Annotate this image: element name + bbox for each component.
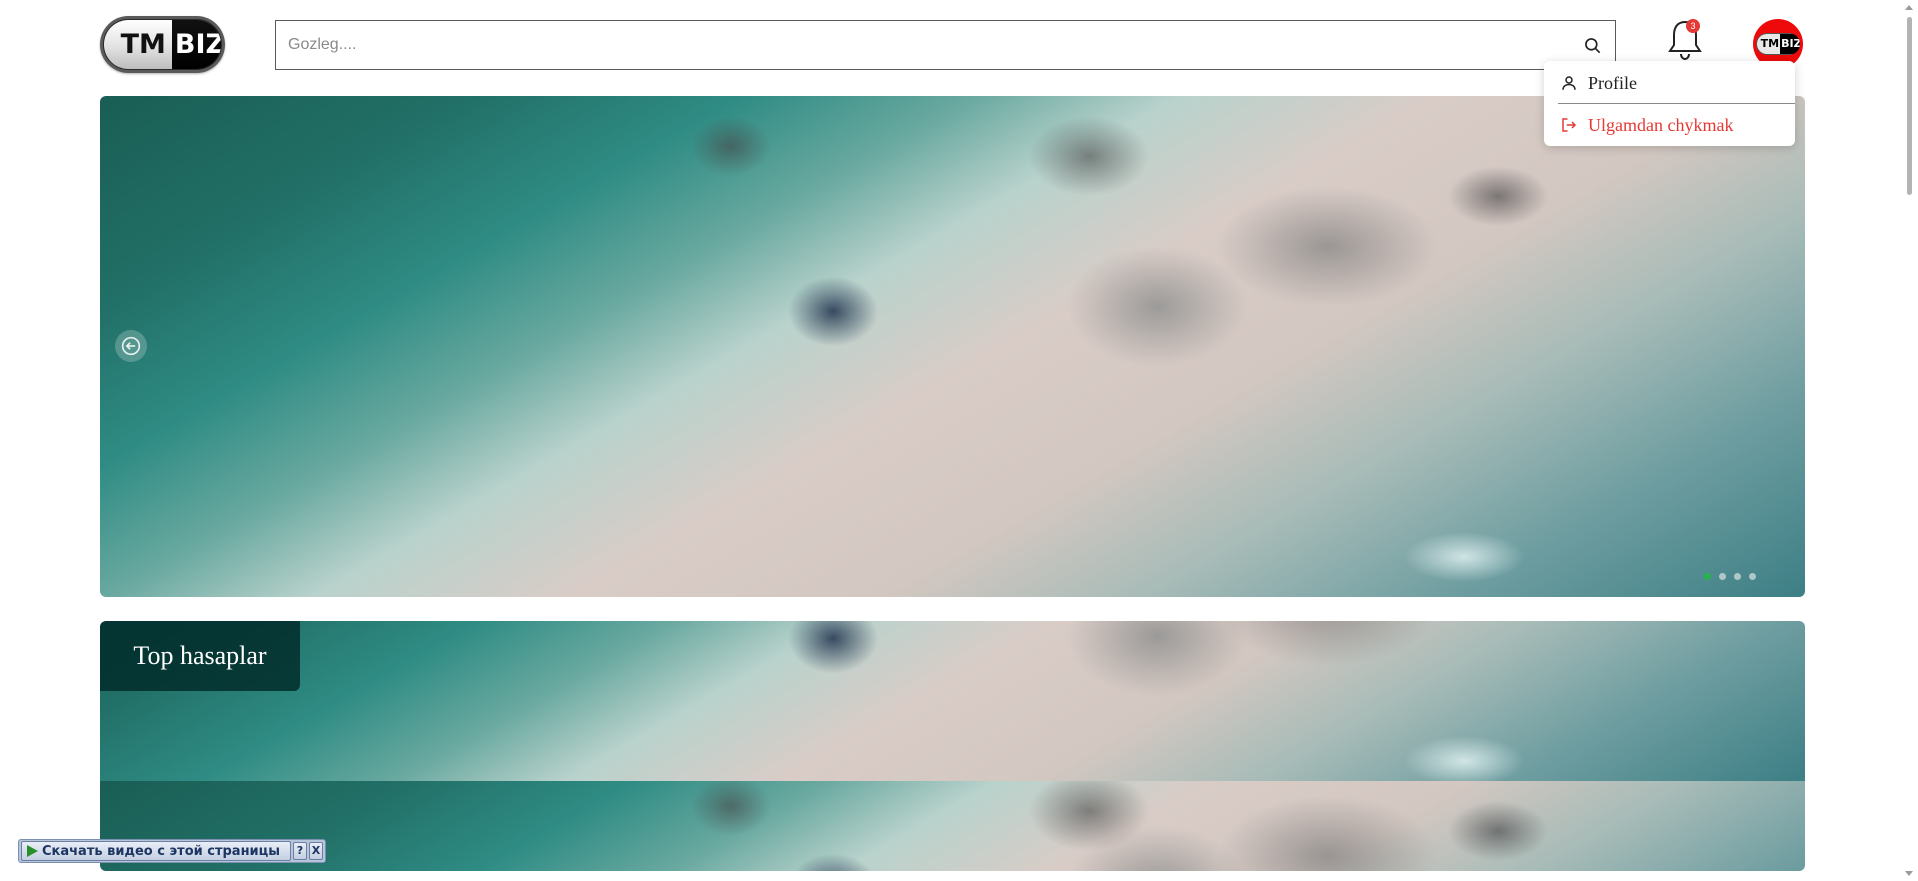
notification-count-badge: 3 (1686, 19, 1700, 33)
site-logo[interactable]: TM BIZ (100, 16, 225, 73)
page-scrollbar[interactable] (1901, 0, 1918, 881)
search-input[interactable] (276, 21, 1615, 69)
play-icon (27, 845, 38, 857)
avatar-text-left: TM (1757, 34, 1781, 54)
user-dropdown-menu: Profile Ulgamdan chykmak (1544, 61, 1795, 146)
scroll-down-arrow-icon[interactable] (1905, 871, 1913, 876)
arrow-left-icon (121, 336, 141, 356)
logo-badge: TM BIZ (103, 19, 222, 70)
menu-item-logout-label: Ulgamdan chykmak (1588, 114, 1734, 135)
avatar-text-right: BIZ (1780, 34, 1800, 54)
carousel-dot[interactable] (1704, 573, 1711, 580)
menu-item-profile-label: Profile (1588, 72, 1637, 93)
user-icon (1562, 76, 1576, 90)
hero-carousel (100, 96, 1805, 597)
scroll-up-arrow-icon[interactable] (1905, 5, 1913, 10)
download-video-widget: Скачать видео с этой страницы ? X (18, 839, 326, 863)
search-icon[interactable] (1583, 36, 1603, 56)
logout-icon (1562, 118, 1577, 132)
close-widget-button[interactable]: X (309, 842, 323, 860)
help-button[interactable]: ? (293, 842, 307, 860)
carousel-prev-button[interactable] (115, 330, 147, 362)
carousel-dot[interactable] (1719, 573, 1726, 580)
carousel-pagination (1704, 573, 1756, 580)
carousel-dot[interactable] (1734, 573, 1741, 580)
scrollbar-thumb[interactable] (1907, 17, 1912, 195)
logo-text-left: TM (104, 20, 172, 69)
menu-divider (1558, 103, 1795, 104)
top-accounts-banner[interactable]: Top hasaplar (100, 621, 1805, 871)
section-title: Top hasaplar (100, 621, 300, 691)
menu-item-profile[interactable]: Profile (1544, 63, 1795, 103)
logo-text-right: BIZ (171, 20, 221, 69)
menu-item-logout[interactable]: Ulgamdan chykmak (1544, 105, 1795, 145)
avatar-logo: TM BIZ (1756, 33, 1800, 55)
search-bar (275, 20, 1616, 70)
download-video-button[interactable]: Скачать видео с этой страницы (21, 841, 291, 861)
carousel-dot[interactable] (1749, 573, 1756, 580)
download-video-label: Скачать видео с этой страницы (42, 843, 281, 859)
